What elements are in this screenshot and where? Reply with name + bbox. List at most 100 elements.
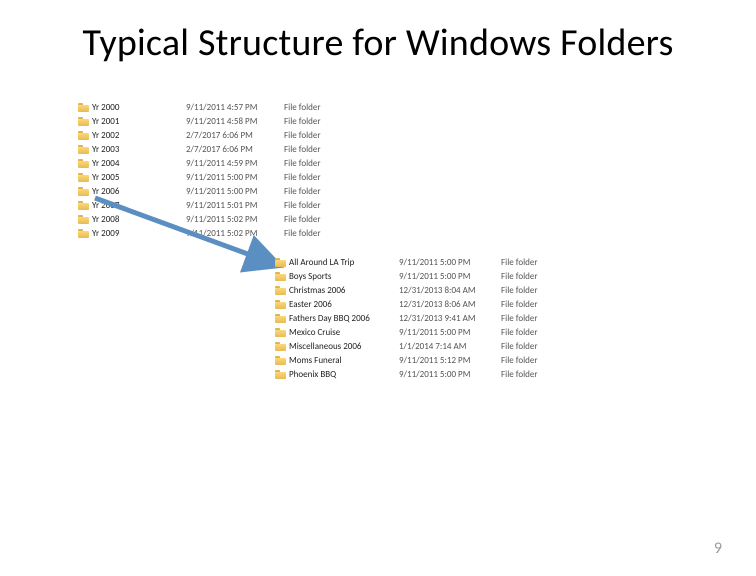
subfolder-row[interactable]: Easter 200612/31/2013 8:06 AMFile folder bbox=[275, 298, 575, 312]
folder-type: File folder bbox=[284, 185, 344, 199]
folder-date: 12/31/2013 8:06 AM bbox=[399, 298, 501, 312]
folder-icon bbox=[78, 187, 89, 196]
folder-name: Yr 2002 bbox=[92, 129, 186, 143]
slide-title: Typical Structure for Windows Folders bbox=[0, 0, 756, 66]
folder-icon bbox=[78, 173, 89, 182]
folder-date: 12/31/2013 8:04 AM bbox=[399, 284, 501, 298]
folder-icon bbox=[275, 286, 286, 295]
year-folder-row[interactable]: Yr 20009/11/2011 4:57 PMFile folder bbox=[78, 101, 348, 115]
folder-name: Yr 2003 bbox=[92, 143, 186, 157]
subfolder-row[interactable]: All Around LA Trip9/11/2011 5:00 PMFile … bbox=[275, 256, 575, 270]
folder-type: File folder bbox=[501, 284, 561, 298]
folder-date: 9/11/2011 5:00 PM bbox=[399, 270, 501, 284]
folder-name: Moms Funeral bbox=[289, 354, 399, 368]
folder-name: Phoenix BBQ bbox=[289, 368, 399, 382]
subfolder-row[interactable]: Miscellaneous 20061/1/2014 7:14 AMFile f… bbox=[275, 340, 575, 354]
year-folder-row[interactable]: Yr 20019/11/2011 4:58 PMFile folder bbox=[78, 115, 348, 129]
folder-icon bbox=[78, 159, 89, 168]
folder-icon bbox=[275, 342, 286, 351]
folder-type: File folder bbox=[501, 340, 561, 354]
folder-date: 9/11/2011 5:02 PM bbox=[186, 227, 284, 241]
folder-date: 9/11/2011 4:59 PM bbox=[186, 157, 284, 171]
subfolder-row[interactable]: Phoenix BBQ9/11/2011 5:00 PMFile folder bbox=[275, 368, 575, 382]
subfolder-row[interactable]: Boys Sports9/11/2011 5:00 PMFile folder bbox=[275, 270, 575, 284]
subfolder-row[interactable]: Mexico Cruise9/11/2011 5:00 PMFile folde… bbox=[275, 326, 575, 340]
folder-date: 2/7/2017 6:06 PM bbox=[186, 129, 284, 143]
folder-date: 9/11/2011 5:00 PM bbox=[399, 256, 501, 270]
folder-icon bbox=[275, 370, 286, 379]
folder-date: 9/11/2011 5:02 PM bbox=[186, 213, 284, 227]
folder-name: Yr 2005 bbox=[92, 171, 186, 185]
folder-name: Easter 2006 bbox=[289, 298, 399, 312]
folder-date: 9/11/2011 4:58 PM bbox=[186, 115, 284, 129]
folder-name: All Around LA Trip bbox=[289, 256, 399, 270]
folder-date: 12/31/2013 9:41 AM bbox=[399, 312, 501, 326]
year-folder-row[interactable]: Yr 20079/11/2011 5:01 PMFile folder bbox=[78, 199, 348, 213]
subfolder-row[interactable]: Moms Funeral9/11/2011 5:12 PMFile folder bbox=[275, 354, 575, 368]
folder-name: Fathers Day BBQ 2006 bbox=[289, 312, 399, 326]
content-area: Yr 20009/11/2011 4:57 PMFile folderYr 20… bbox=[0, 66, 756, 466]
folder-name: Yr 2009 bbox=[92, 227, 186, 241]
folder-icon bbox=[78, 201, 89, 210]
folder-icon bbox=[275, 314, 286, 323]
folder-type: File folder bbox=[501, 326, 561, 340]
folder-date: 9/11/2011 5:00 PM bbox=[399, 368, 501, 382]
folder-date: 9/11/2011 5:01 PM bbox=[186, 199, 284, 213]
year-folder-row[interactable]: Yr 20059/11/2011 5:00 PMFile folder bbox=[78, 171, 348, 185]
subfolder-row[interactable]: Fathers Day BBQ 200612/31/2013 9:41 AMFi… bbox=[275, 312, 575, 326]
folder-name: Yr 2000 bbox=[92, 101, 186, 115]
folder-icon bbox=[275, 272, 286, 281]
folder-icon bbox=[78, 131, 89, 140]
folder-date: 9/11/2011 5:12 PM bbox=[399, 354, 501, 368]
folder-icon bbox=[78, 145, 89, 154]
folder-name: Christmas 2006 bbox=[289, 284, 399, 298]
folder-name: Miscellaneous 2006 bbox=[289, 340, 399, 354]
folder-date: 2/7/2017 6:06 PM bbox=[186, 143, 284, 157]
year-folder-row[interactable]: Yr 20099/11/2011 5:02 PMFile folder bbox=[78, 227, 348, 241]
subfolder-row[interactable]: Christmas 200612/31/2013 8:04 AMFile fol… bbox=[275, 284, 575, 298]
folder-type: File folder bbox=[501, 298, 561, 312]
year-folder-list: Yr 20009/11/2011 4:57 PMFile folderYr 20… bbox=[78, 101, 348, 241]
folder-type: File folder bbox=[501, 312, 561, 326]
folder-date: 9/11/2011 5:00 PM bbox=[399, 326, 501, 340]
folder-name: Boys Sports bbox=[289, 270, 399, 284]
folder-type: File folder bbox=[501, 354, 561, 368]
folder-date: 9/11/2011 5:00 PM bbox=[186, 185, 284, 199]
folder-date: 9/11/2011 5:00 PM bbox=[186, 171, 284, 185]
folder-type: File folder bbox=[284, 171, 344, 185]
folder-type: File folder bbox=[501, 368, 561, 382]
folder-name: Yr 2008 bbox=[92, 213, 186, 227]
folder-name: Yr 2007 bbox=[92, 199, 186, 213]
year-folder-row[interactable]: Yr 20089/11/2011 5:02 PMFile folder bbox=[78, 213, 348, 227]
year-folder-row[interactable]: Yr 20032/7/2017 6:06 PMFile folder bbox=[78, 143, 348, 157]
folder-icon bbox=[78, 215, 89, 224]
folder-icon bbox=[275, 258, 286, 267]
folder-icon bbox=[78, 117, 89, 126]
folder-type: File folder bbox=[284, 101, 344, 115]
folder-icon bbox=[78, 103, 89, 112]
year-folder-row[interactable]: Yr 20049/11/2011 4:59 PMFile folder bbox=[78, 157, 348, 171]
folder-name: Yr 2001 bbox=[92, 115, 186, 129]
folder-type: File folder bbox=[501, 270, 561, 284]
folder-date: 9/11/2011 4:57 PM bbox=[186, 101, 284, 115]
folder-type: File folder bbox=[284, 213, 344, 227]
folder-name: Mexico Cruise bbox=[289, 326, 399, 340]
folder-name: Yr 2006 bbox=[92, 185, 186, 199]
folder-icon bbox=[78, 229, 89, 238]
year-folder-row[interactable]: Yr 20069/11/2011 5:00 PMFile folder bbox=[78, 185, 348, 199]
subfolder-list: All Around LA Trip9/11/2011 5:00 PMFile … bbox=[275, 256, 575, 382]
folder-date: 1/1/2014 7:14 AM bbox=[399, 340, 501, 354]
folder-type: File folder bbox=[284, 129, 344, 143]
folder-name: Yr 2004 bbox=[92, 157, 186, 171]
folder-icon bbox=[275, 328, 286, 337]
folder-type: File folder bbox=[284, 227, 344, 241]
folder-type: File folder bbox=[284, 115, 344, 129]
year-folder-row[interactable]: Yr 20022/7/2017 6:06 PMFile folder bbox=[78, 129, 348, 143]
folder-icon bbox=[275, 300, 286, 309]
folder-type: File folder bbox=[284, 143, 344, 157]
folder-type: File folder bbox=[284, 157, 344, 171]
folder-type: File folder bbox=[501, 256, 561, 270]
folder-type: File folder bbox=[284, 199, 344, 213]
page-number: 9 bbox=[714, 539, 722, 558]
folder-icon bbox=[275, 356, 286, 365]
